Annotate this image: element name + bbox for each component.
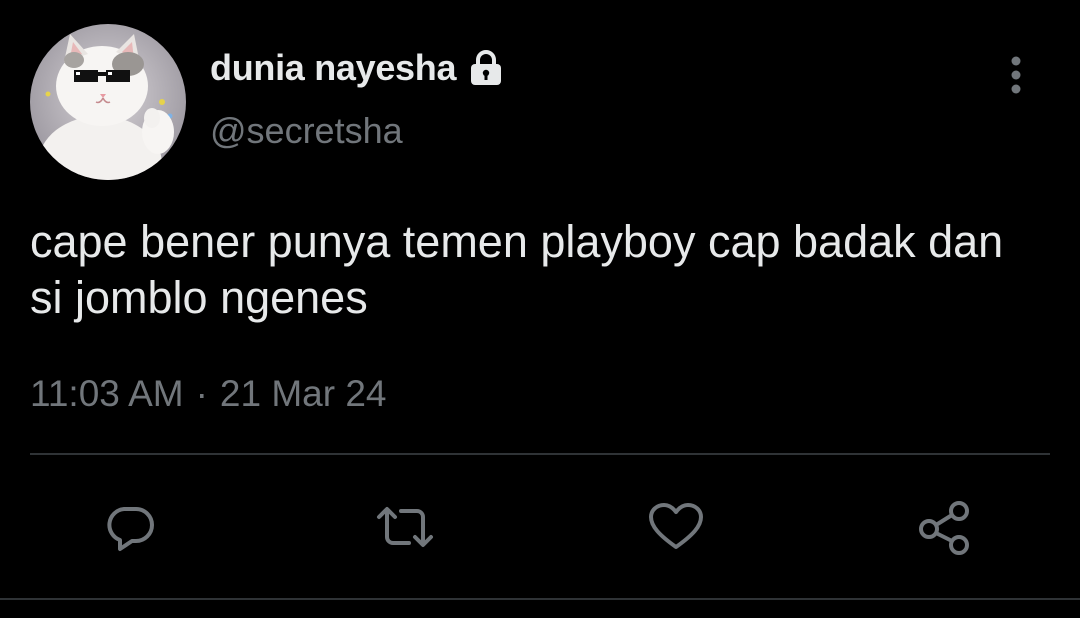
tweet-detail: dunia nayesha @secretsha cape bener puny… bbox=[0, 0, 1080, 618]
like-button[interactable] bbox=[644, 495, 708, 559]
tweet-date: 21 Mar 24 bbox=[219, 373, 387, 414]
user-handle[interactable]: @secretsha bbox=[210, 110, 403, 152]
cat-avatar-image bbox=[30, 24, 186, 180]
vertical-ellipsis-icon bbox=[1011, 56, 1021, 94]
share-button[interactable] bbox=[912, 495, 976, 559]
heart-icon bbox=[649, 503, 703, 549]
reply-icon bbox=[107, 507, 154, 551]
share-icon bbox=[919, 501, 969, 555]
tweet-text: cape bener punya temen playboy cap badak… bbox=[30, 216, 1004, 323]
retweet-icon bbox=[377, 507, 433, 547]
reply-button[interactable] bbox=[98, 495, 162, 559]
tweet-timestamp[interactable]: 11:03 AM · 21 Mar 24 bbox=[30, 373, 387, 415]
bottom-divider bbox=[0, 598, 1080, 600]
lock-icon bbox=[466, 48, 506, 88]
meta-separator: · bbox=[195, 373, 208, 414]
display-name[interactable]: dunia nayesha bbox=[210, 47, 456, 89]
more-options-button[interactable] bbox=[996, 50, 1036, 100]
tweet-time: 11:03 AM bbox=[30, 373, 184, 414]
retweet-button[interactable] bbox=[373, 495, 437, 559]
action-bar bbox=[0, 495, 1080, 559]
name-row: dunia nayesha bbox=[210, 44, 506, 92]
divider bbox=[30, 453, 1050, 455]
profile-avatar[interactable] bbox=[30, 24, 186, 180]
